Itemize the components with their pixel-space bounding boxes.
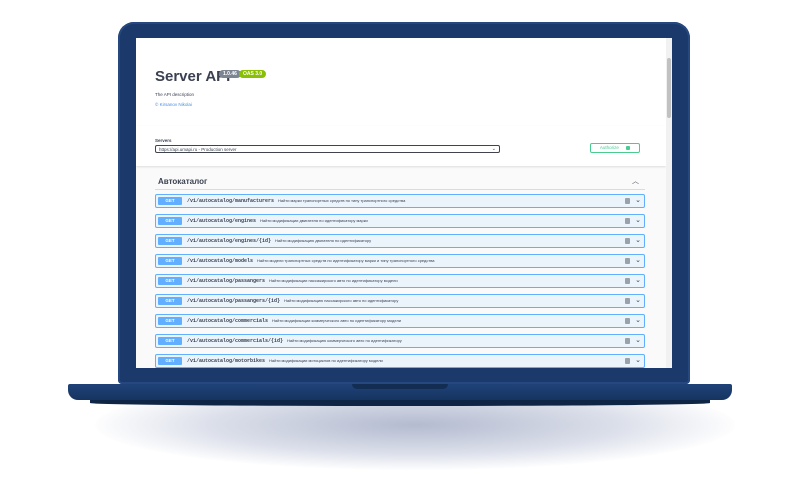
operation-summary: Найти модификации коммерческого авто по … <box>272 318 402 323</box>
operation-summary: Найти модификации пассажирского авто по … <box>269 278 398 283</box>
method-badge: GET <box>158 217 182 225</box>
operation-path: /v1/autocatalog/motorbikes Найти модифика… <box>187 358 383 364</box>
operation-path: /v1/autocatalog/engines Найти модификации… <box>187 218 368 224</box>
api-info: Server API 1.0.46 OAS 3.0 The API descri… <box>136 38 666 126</box>
lock-icon[interactable] <box>625 218 630 224</box>
operation-path: /v1/autocatalog/passangers Найти модифика… <box>187 278 398 284</box>
authorize-label: Authorize <box>599 145 619 150</box>
server-select[interactable]: https://api.umapi.ru - Production server… <box>155 145 500 153</box>
method-badge: GET <box>158 317 182 325</box>
operation-row[interactable]: GET /v1/autocatalog/motorbikes Найти моди… <box>155 354 645 368</box>
operation-summary: Найти модификацию коммерческого авто по … <box>287 338 402 343</box>
lock-icon[interactable] <box>625 318 630 324</box>
operation-path: /v1/autocatalog/models Найти модели транс… <box>187 258 435 264</box>
tag-name: Автокаталог <box>158 177 208 186</box>
operation-row[interactable]: GET /v1/autocatalog/engines Найти модифик… <box>155 214 645 228</box>
operation-row[interactable]: GET /v1/autocatalog/passangers/{id} Найти… <box>155 294 645 308</box>
lock-icon[interactable] <box>625 278 630 284</box>
chevron-down-icon[interactable]: ⌄ <box>635 256 641 264</box>
lock-icon[interactable] <box>625 198 630 204</box>
chevron-down-icon[interactable]: ⌄ <box>635 236 641 244</box>
lock-icon[interactable] <box>625 238 630 244</box>
operation-summary: Найти модели транспортных средств по иде… <box>257 258 435 263</box>
laptop-screen: Server API 1.0.46 OAS 3.0 The API descri… <box>136 38 672 368</box>
chevron-down-icon[interactable]: ⌄ <box>635 196 641 204</box>
operation-path: /v1/autocatalog/commercials/{id} Найти мо… <box>187 338 402 344</box>
chevron-down-icon[interactable]: ⌄ <box>635 296 641 304</box>
operation-path: /v1/autocatalog/passangers/{id} Найти мод… <box>187 298 399 304</box>
method-badge: GET <box>158 237 182 245</box>
servers-bar: Servers https://api.umapi.ru - Productio… <box>136 126 666 166</box>
scrollbar-thumb[interactable] <box>667 58 671 118</box>
lock-icon <box>626 146 631 150</box>
tag-section-header[interactable]: Автокаталог ︿ <box>155 173 645 190</box>
laptop-base-bottom <box>90 400 710 406</box>
chevron-up-icon[interactable]: ︿ <box>632 176 639 186</box>
lock-icon[interactable] <box>625 298 630 304</box>
operation-row[interactable]: GET /v1/autocatalog/engines/{id} Найти мо… <box>155 234 645 248</box>
method-badge: GET <box>158 257 182 265</box>
authorize-button[interactable]: Authorize <box>590 143 640 153</box>
lock-icon[interactable] <box>625 258 630 264</box>
operation-summary: Найти модификацию двигателя по идентифик… <box>275 238 372 243</box>
chevron-down-icon[interactable]: ⌄ <box>635 276 641 284</box>
chevron-down-icon[interactable]: ⌄ <box>635 316 641 324</box>
operation-row[interactable]: GET /v1/autocatalog/commercials Найти мод… <box>155 314 645 328</box>
method-badge: GET <box>158 197 182 205</box>
lock-icon[interactable] <box>625 358 630 364</box>
operation-path: /v1/autocatalog/engines/{id} Найти модифи… <box>187 238 372 244</box>
chevron-down-icon[interactable]: ⌄ <box>635 336 641 344</box>
contact-link[interactable]: © Kirsanov Nikolai <box>155 102 192 107</box>
operation-summary: Найти модификации двигателя по идентифик… <box>260 218 368 223</box>
operation-summary: Найти марки транспортных средств по типу… <box>278 198 406 203</box>
method-badge: GET <box>158 357 182 365</box>
api-description: The API description <box>155 92 195 97</box>
method-badge: GET <box>158 277 182 285</box>
operation-summary: Найти модификацию пассажирского авто по … <box>284 298 399 303</box>
oas-badge: OAS 3.0 <box>239 70 267 78</box>
operation-row[interactable]: GET /v1/autocatalog/manufacturers Найти м… <box>155 194 645 208</box>
operation-row[interactable]: GET /v1/autocatalog/passangers Найти моди… <box>155 274 645 288</box>
servers-label: Servers <box>155 138 172 143</box>
chevron-down-icon[interactable]: ⌄ <box>635 216 641 224</box>
lock-icon[interactable] <box>625 338 630 344</box>
operation-path: /v1/autocatalog/commercials Найти модифик… <box>187 318 402 324</box>
operation-row[interactable]: GET /v1/autocatalog/models Найти модели т… <box>155 254 645 268</box>
method-badge: GET <box>158 297 182 305</box>
laptop-hinge-notch <box>352 384 448 389</box>
operation-row[interactable]: GET /v1/autocatalog/commercials/{id} Найт… <box>155 334 645 348</box>
version-badge: 1.0.46 <box>219 70 241 78</box>
method-badge: GET <box>158 337 182 345</box>
operation-path: /v1/autocatalog/manufacturers Найти марки… <box>187 198 406 204</box>
operations-list: GET /v1/autocatalog/manufacturers Найти м… <box>155 194 645 368</box>
operation-summary: Найти модификации мотоциклов по идентифи… <box>269 358 383 363</box>
server-select-value: https://api.umapi.ru - Production server <box>159 147 237 152</box>
chevron-down-icon: ⌄ <box>491 146 496 152</box>
chevron-down-icon[interactable]: ⌄ <box>635 356 641 364</box>
